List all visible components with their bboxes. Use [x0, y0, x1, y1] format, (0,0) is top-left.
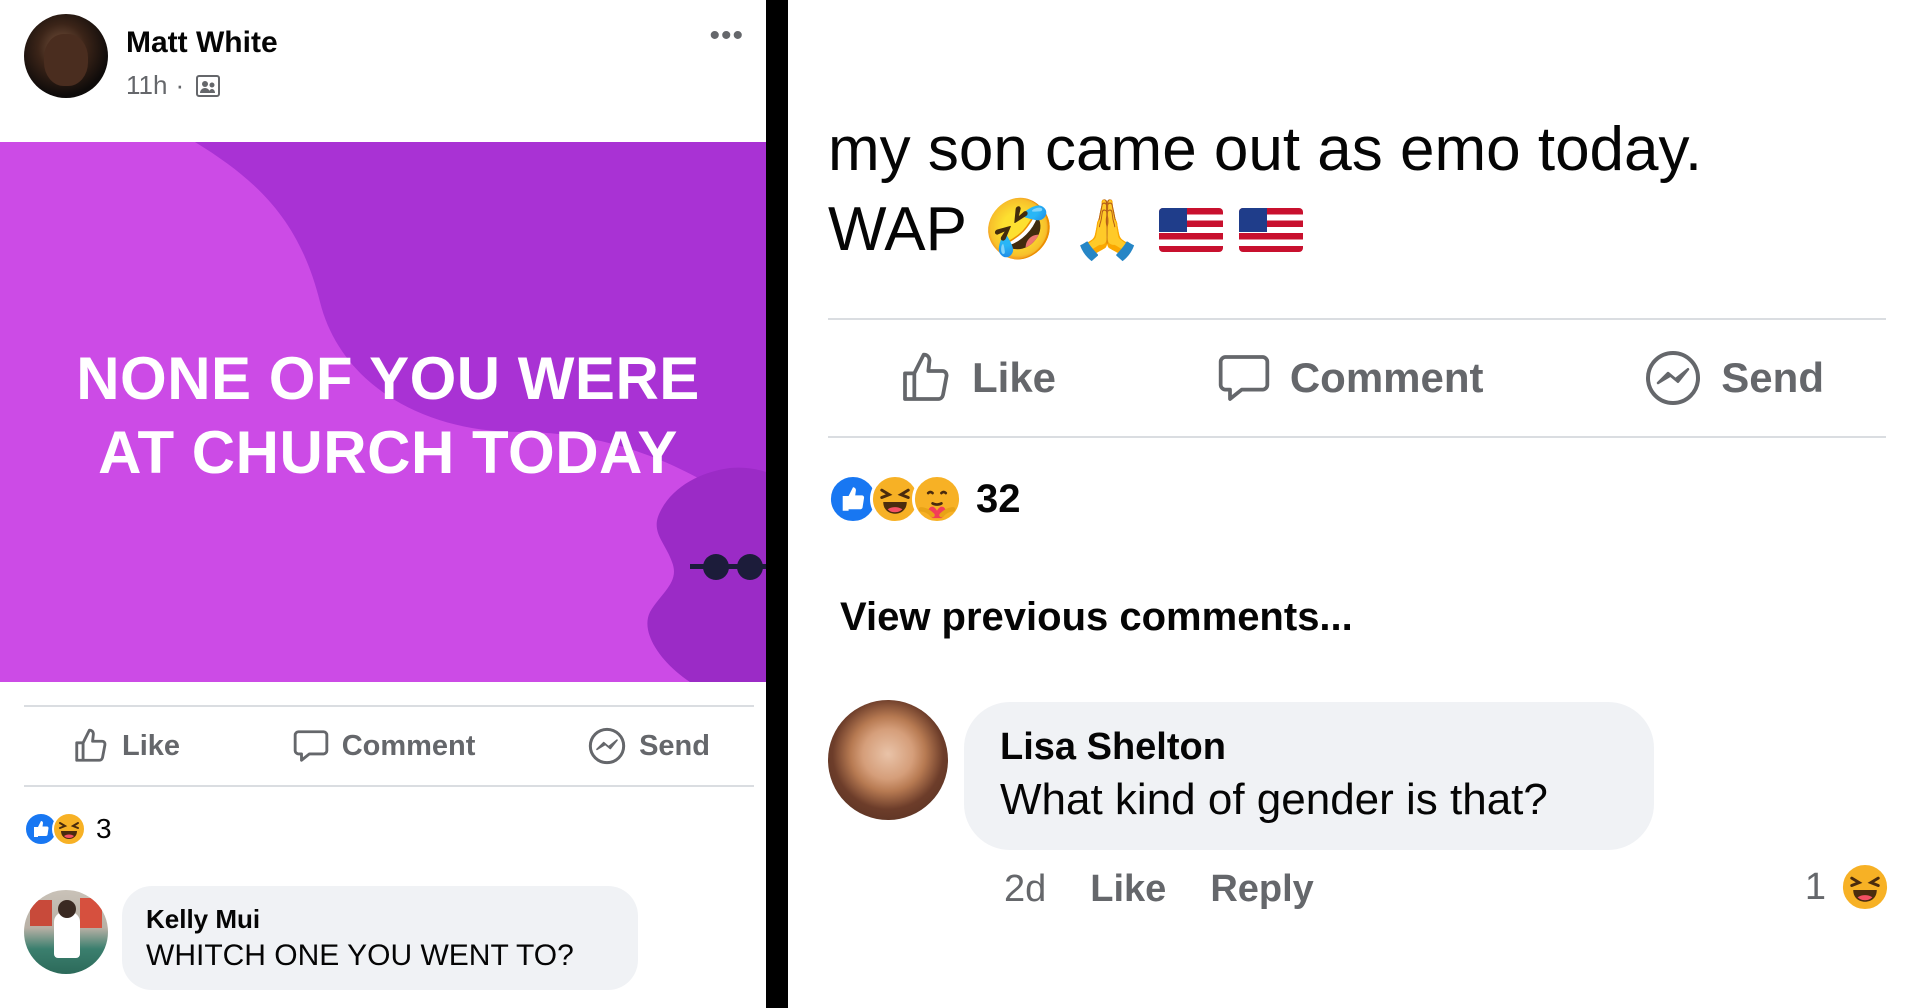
- comment-icon: [1218, 355, 1270, 401]
- commenter-name[interactable]: Lisa Shelton: [1000, 726, 1618, 769]
- send-button[interactable]: Send: [587, 726, 710, 766]
- commenter-name[interactable]: Kelly Mui: [146, 904, 614, 935]
- comment-meta: 2d Like Reply: [1004, 868, 1314, 911]
- send-button[interactable]: Send: [1643, 348, 1824, 408]
- haha-reaction-icon: [1840, 862, 1890, 912]
- like-button[interactable]: Like: [898, 350, 1056, 406]
- post-actions-bar: Like Comment Send: [24, 705, 754, 787]
- messenger-icon: [588, 727, 626, 765]
- care-reaction-icon: [912, 474, 962, 524]
- friends-icon: [196, 74, 221, 97]
- post-meta: 11h ·: [126, 70, 221, 101]
- comment-time[interactable]: 2d: [1004, 868, 1046, 911]
- send-label: Send: [1721, 354, 1824, 401]
- comment-text: WHITCH ONE YOU WENT TO?: [146, 939, 574, 972]
- comment-label: Comment: [1289, 354, 1484, 401]
- reaction-summary[interactable]: 3: [24, 812, 112, 846]
- post-actions-bar: Like Comment Send: [828, 318, 1886, 438]
- comment-reply-button[interactable]: Reply: [1210, 868, 1313, 911]
- more-options-button[interactable]: •••: [709, 21, 744, 51]
- haha-reaction-icon: [52, 812, 86, 846]
- messenger-icon: [1646, 351, 1701, 405]
- reaction-count: 32: [976, 476, 1021, 521]
- comment-bubble: Kelly Mui WHITCH ONE YOU WENT TO?: [122, 886, 638, 990]
- like-label: Like: [122, 729, 181, 762]
- meta-separator: ·: [175, 70, 185, 100]
- send-label: Send: [639, 729, 710, 762]
- rolling-laughing-emoji: 🤣: [982, 197, 1056, 262]
- reaction-count: 3: [96, 813, 112, 844]
- panel-divider: [766, 0, 788, 1008]
- praying-hands-emoji: 🙏: [1071, 197, 1144, 262]
- comment-icon: [293, 730, 328, 762]
- post-time[interactable]: 11h: [126, 70, 167, 101]
- post-text-line-1: my son came out as emo today.: [828, 115, 1703, 184]
- thumbs-up-icon: [75, 728, 107, 762]
- commenter-avatar[interactable]: [24, 890, 108, 974]
- left-post-panel: Matt White 11h · ••• NONE OF YOU WERE AT…: [0, 0, 766, 1008]
- comment-reaction-count: 1: [1804, 865, 1826, 908]
- comment-text: What kind of gender is that?: [1000, 775, 1548, 824]
- post-banner: NONE OF YOU WERE AT CHURCH TODAY: [0, 142, 766, 682]
- post-text-line-2: WAP: [828, 195, 967, 264]
- thumbs-up-icon: [903, 352, 949, 401]
- comment-button[interactable]: Comment: [1216, 350, 1484, 406]
- comment-label: Comment: [341, 729, 476, 762]
- comment-bubble: Lisa Shelton What kind of gender is that…: [964, 702, 1654, 850]
- post-header: Matt White 11h · •••: [0, 0, 766, 142]
- comment-reactions[interactable]: 1: [1805, 862, 1890, 912]
- right-post-panel: my son came out as emo today. WAP 🤣 🙏 Li…: [788, 0, 1920, 1008]
- author-avatar[interactable]: [24, 14, 108, 98]
- reaction-summary[interactable]: 32: [828, 474, 1021, 524]
- commenter-avatar[interactable]: [828, 700, 948, 820]
- post-text: my son came out as emo today. WAP 🤣 🙏: [828, 110, 1702, 270]
- view-previous-comments-link[interactable]: View previous comments...: [840, 595, 1353, 640]
- like-label: Like: [972, 354, 1057, 401]
- banner-line-1: NONE OF YOU WERE: [76, 345, 700, 412]
- comment-button[interactable]: Comment: [292, 727, 476, 765]
- banner-text: NONE OF YOU WERE AT CHURCH TODAY: [0, 342, 766, 490]
- comment-like-button[interactable]: Like: [1090, 868, 1166, 911]
- like-button[interactable]: Like: [72, 727, 180, 765]
- post-text-line-2-row: WAP 🤣 🙏: [828, 190, 1702, 270]
- us-flag-icon: [1239, 208, 1304, 252]
- us-flag-icon: [1159, 208, 1224, 252]
- author-name[interactable]: Matt White: [126, 26, 278, 60]
- banner-line-2: AT CHURCH TODAY: [98, 419, 678, 486]
